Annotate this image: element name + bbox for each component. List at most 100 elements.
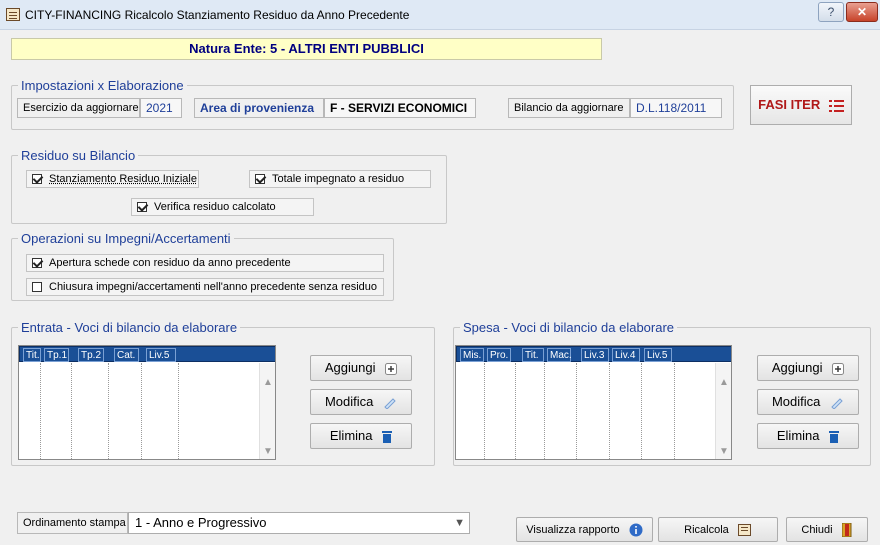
spesa-elimina-label: Elimina: [776, 428, 820, 443]
entrata-legend: Entrata - Voci di bilancio da elaborare: [21, 320, 238, 335]
scroll-up-icon[interactable]: ▲: [260, 377, 275, 388]
grid-divider: [40, 363, 41, 459]
grid-divider: [178, 363, 179, 459]
ordinamento-label: Ordinamento stampa: [17, 512, 128, 534]
spesa-col-tit[interactable]: Tit.: [522, 348, 544, 362]
checkbox-checked-icon: [137, 202, 147, 212]
chiudi-label: Chiudi: [801, 524, 833, 536]
ricalcola-button[interactable]: Ricalcola: [658, 517, 778, 542]
spesa-col-liv3[interactable]: Liv.3: [581, 348, 609, 362]
entrata-col-tp2[interactable]: Tp.2: [78, 348, 104, 362]
scroll-up-icon[interactable]: ▲: [716, 377, 731, 388]
recalc-document-icon: [737, 523, 751, 536]
entrata-col-liv5[interactable]: Liv.5: [146, 348, 176, 362]
checkbox-checked-icon: [32, 258, 42, 268]
entrata-aggiungi-label: Aggiungi: [324, 360, 376, 375]
plus-icon: [385, 362, 398, 375]
area-provenienza-field[interactable]: F - SERVIZI ECONOMICI: [324, 98, 476, 118]
edit-pencil-icon: [384, 397, 396, 409]
spesa-grid-header: Mis. Pro. Tit. Mac. Liv.3 Liv.4 Liv.5: [456, 346, 731, 362]
grid-divider: [108, 363, 109, 459]
title-bar: CITY-FINANCING Ricalcolo Stanziamento Re…: [0, 0, 880, 30]
spesa-modifica-button[interactable]: Modifica: [757, 389, 859, 415]
spesa-aggiungi-button[interactable]: Aggiungi: [757, 355, 859, 381]
exit-door-icon: [841, 523, 852, 538]
totale-impegnato-label: Totale impegnato a residuo: [272, 173, 405, 185]
stanziamento-residuo-label: Stanziamento Residuo Iniziale: [49, 173, 197, 185]
visualizza-rapporto-button[interactable]: Visualizza rapporto: [516, 517, 653, 542]
apertura-schede-label: Apertura schede con residuo da anno prec…: [49, 257, 291, 269]
chiusura-impegni-label: Chiusura impegni/accertamenti nell'anno …: [49, 281, 378, 293]
stanziamento-residuo-checkbox[interactable]: Stanziamento Residuo Iniziale: [26, 170, 199, 188]
entrata-elimina-label: Elimina: [329, 428, 373, 443]
chiudi-button[interactable]: Chiudi: [786, 517, 868, 542]
scroll-down-icon[interactable]: ▼: [716, 446, 731, 457]
ordinamento-value: 1 - Anno e Progressivo: [135, 515, 267, 530]
grid-divider: [484, 363, 485, 459]
trash-icon: [829, 431, 840, 444]
scroll-down-icon[interactable]: ▼: [260, 446, 275, 457]
spesa-scrollbar[interactable]: ▲ ▼: [715, 363, 731, 459]
impostazioni-legend: Impostazioni x Elaborazione: [21, 78, 184, 93]
entrata-col-cat[interactable]: Cat.: [114, 348, 139, 362]
grid-divider: [609, 363, 610, 459]
entrata-modifica-label: Modifica: [324, 394, 374, 409]
spesa-aggiungi-label: Aggiungi: [771, 360, 823, 375]
grid-divider: [641, 363, 642, 459]
spesa-elimina-button[interactable]: Elimina: [757, 423, 859, 449]
area-provenienza-label: Area di provenienza: [194, 98, 324, 118]
entrata-grid-header: Tit. Tp.1 Tp.2 Cat. Liv.5: [19, 346, 275, 362]
spesa-modifica-label: Modifica: [771, 394, 821, 409]
chiusura-impegni-checkbox[interactable]: Chiusura impegni/accertamenti nell'anno …: [26, 278, 384, 296]
entrata-scrollbar[interactable]: ▲ ▼: [259, 363, 275, 459]
entrata-grid[interactable]: Tit. Tp.1 Tp.2 Cat. Liv.5 ▲ ▼: [18, 345, 276, 460]
grid-divider: [674, 363, 675, 459]
operazioni-legend: Operazioni su Impegni/Accertamenti: [21, 231, 231, 246]
spesa-legend: Spesa - Voci di bilancio da elaborare: [463, 320, 675, 335]
info-icon: [629, 523, 643, 537]
chevron-down-icon: ▼: [454, 517, 465, 529]
grid-divider: [576, 363, 577, 459]
natura-ente-banner: Natura Ente: 5 - ALTRI ENTI PUBBLICI: [11, 38, 602, 60]
checkbox-checked-icon: [255, 174, 265, 184]
fasi-iter-button[interactable]: FASI ITER: [750, 85, 852, 125]
trash-icon: [382, 431, 393, 444]
bilancio-label: Bilancio da aggiornare: [508, 98, 630, 118]
window-title: CITY-FINANCING Ricalcolo Stanziamento Re…: [25, 8, 410, 22]
esercizio-label: Esercizio da aggiornare: [17, 98, 140, 118]
spesa-col-mis[interactable]: Mis.: [460, 348, 484, 362]
checkbox-checked-icon: [32, 174, 42, 184]
grid-divider: [515, 363, 516, 459]
entrata-aggiungi-button[interactable]: Aggiungi: [310, 355, 412, 381]
entrata-modifica-button[interactable]: Modifica: [310, 389, 412, 415]
edit-pencil-icon: [831, 397, 843, 409]
verifica-residuo-label: Verifica residuo calcolato: [154, 201, 276, 213]
esercizio-field[interactable]: 2021: [140, 98, 182, 118]
app-icon: [6, 8, 20, 21]
ricalcola-label: Ricalcola: [684, 524, 729, 536]
totale-impegnato-checkbox[interactable]: Totale impegnato a residuo: [249, 170, 431, 188]
plus-icon: [832, 362, 845, 375]
visualizza-rapporto-label: Visualizza rapporto: [526, 524, 620, 536]
checkbox-unchecked-icon: [32, 282, 42, 292]
spesa-col-mac[interactable]: Mac.: [547, 348, 572, 362]
residuo-legend: Residuo su Bilancio: [21, 148, 136, 163]
spesa-col-liv5[interactable]: Liv.5: [644, 348, 672, 362]
list-icon: [828, 99, 844, 112]
bilancio-field[interactable]: D.L.118/2011: [630, 98, 722, 118]
spesa-col-pro[interactable]: Pro.: [487, 348, 511, 362]
spesa-col-liv4[interactable]: Liv.4: [612, 348, 640, 362]
grid-divider: [544, 363, 545, 459]
verifica-residuo-checkbox[interactable]: Verifica residuo calcolato: [131, 198, 314, 216]
close-window-button[interactable]: ✕: [846, 2, 878, 22]
apertura-schede-checkbox[interactable]: Apertura schede con residuo da anno prec…: [26, 254, 384, 272]
entrata-elimina-button[interactable]: Elimina: [310, 423, 412, 449]
grid-divider: [71, 363, 72, 459]
ordinamento-select[interactable]: 1 - Anno e Progressivo ▼: [128, 512, 470, 534]
entrata-col-tit[interactable]: Tit.: [23, 348, 41, 362]
help-button[interactable]: ?: [818, 2, 844, 22]
fasi-iter-label: FASI ITER: [758, 97, 821, 112]
spesa-grid[interactable]: Mis. Pro. Tit. Mac. Liv.3 Liv.4 Liv.5 ▲ …: [455, 345, 732, 460]
entrata-col-tp1[interactable]: Tp.1: [44, 348, 69, 362]
grid-divider: [141, 363, 142, 459]
